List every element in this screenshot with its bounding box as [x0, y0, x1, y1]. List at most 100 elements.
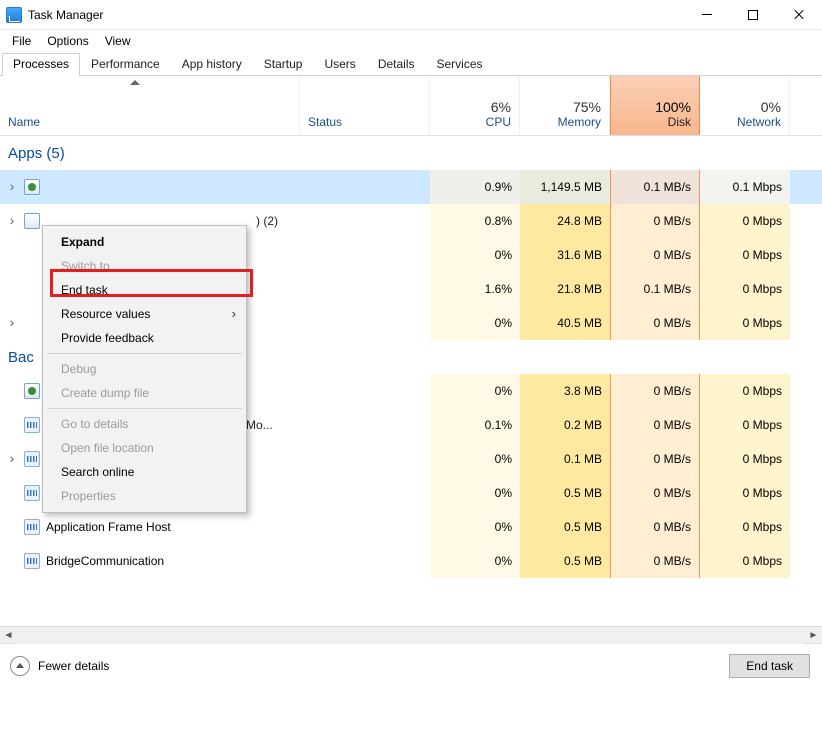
memory-value: 0.1 MB — [564, 452, 602, 466]
table-row[interactable]: Application Frame Host 0% 0.5 MB 0 MB/s … — [0, 510, 822, 544]
network-value: 0 Mbps — [743, 384, 782, 398]
tab-startup[interactable]: Startup — [253, 53, 314, 76]
service-icon — [24, 485, 40, 501]
cpu-value: 0% — [495, 486, 512, 500]
column-headers: Name Status 6% CPU 75% Memory 100% Disk … — [0, 76, 822, 136]
app-icon — [24, 179, 40, 195]
app-icon — [24, 213, 40, 229]
scroll-left-icon[interactable]: ◄ — [0, 627, 17, 644]
col-network-label: Network — [737, 115, 781, 129]
disk-value: 0 MB/s — [654, 520, 691, 534]
process-name-suffix: Mo... — [246, 418, 273, 432]
ctx-expand[interactable]: Expand — [45, 230, 244, 254]
sort-chevron-up-icon — [130, 80, 142, 88]
memory-value: 40.5 MB — [557, 316, 602, 330]
disk-value: 0 MB/s — [654, 452, 691, 466]
ctx-end-task[interactable]: End task — [45, 278, 244, 302]
ctx-search-online[interactable]: Search online — [45, 460, 244, 484]
col-memory-label: Memory — [558, 115, 601, 129]
disk-value: 0.1 MB/s — [644, 282, 691, 296]
menu-view[interactable]: View — [97, 32, 139, 50]
memory-value: 1,149.5 MB — [541, 180, 602, 194]
network-value: 0.1 Mbps — [733, 180, 782, 194]
network-value: 0 Mbps — [743, 452, 782, 466]
col-status[interactable]: Status — [300, 76, 430, 135]
cpu-value: 0.9% — [485, 180, 512, 194]
ctx-switch-to: Switch to — [45, 254, 244, 278]
scrollbar-track[interactable] — [17, 627, 805, 644]
group-apps[interactable]: Apps (5) — [0, 136, 822, 170]
menu-options[interactable]: Options — [39, 32, 96, 50]
context-menu: Expand Switch to End task Resource value… — [42, 225, 247, 513]
chevron-right-icon[interactable] — [6, 452, 18, 464]
disk-value: 0 MB/s — [654, 554, 691, 568]
titlebar: Task Manager — [0, 0, 822, 30]
network-value: 0 Mbps — [743, 418, 782, 432]
memory-value: 21.8 MB — [557, 282, 602, 296]
col-cpu[interactable]: 6% CPU — [430, 76, 520, 135]
menubar: File Options View — [0, 30, 822, 52]
tab-processes[interactable]: Processes — [2, 53, 80, 76]
footer: Fewer details End task — [0, 643, 822, 687]
memory-value: 0.5 MB — [564, 554, 602, 568]
network-value: 0 Mbps — [743, 520, 782, 534]
service-icon — [24, 451, 40, 467]
service-icon — [24, 519, 40, 535]
disk-value: 0 MB/s — [654, 214, 691, 228]
close-button[interactable] — [776, 0, 822, 30]
chevron-right-icon[interactable] — [6, 316, 18, 328]
memory-value: 3.8 MB — [564, 384, 602, 398]
cpu-value: 0% — [495, 554, 512, 568]
col-memory[interactable]: 75% Memory — [520, 76, 610, 135]
memory-value: 0.2 MB — [564, 418, 602, 432]
table-row[interactable]: 0.9% 1,149.5 MB 0.1 MB/s 0.1 Mbps — [0, 170, 822, 204]
ctx-resource-values[interactable]: Resource values — [45, 302, 244, 326]
disk-value: 0 MB/s — [654, 384, 691, 398]
network-value: 0 Mbps — [743, 214, 782, 228]
minimize-button[interactable] — [684, 0, 730, 30]
disk-value: 0.1 MB/s — [644, 180, 691, 194]
cpu-value: 0.8% — [485, 214, 512, 228]
cpu-value: 0% — [495, 384, 512, 398]
disk-value: 0 MB/s — [654, 316, 691, 330]
memory-value: 24.8 MB — [557, 214, 602, 228]
chevron-right-icon[interactable] — [6, 180, 18, 192]
col-disk[interactable]: 100% Disk — [610, 76, 700, 135]
chevron-right-icon[interactable] — [6, 214, 18, 226]
scroll-right-icon[interactable]: ► — [805, 627, 822, 644]
network-value: 0 Mbps — [743, 282, 782, 296]
app-icon — [24, 383, 40, 399]
cpu-value: 0% — [495, 316, 512, 330]
tab-performance[interactable]: Performance — [80, 53, 171, 76]
table-row[interactable]: BridgeCommunication 0% 0.5 MB 0 MB/s 0 M… — [0, 544, 822, 578]
end-task-button[interactable]: End task — [729, 654, 810, 678]
tab-users[interactable]: Users — [313, 53, 366, 76]
window-controls — [684, 0, 822, 30]
chevron-up-circle-icon — [10, 656, 30, 676]
network-value: 0 Mbps — [743, 316, 782, 330]
process-name: Application Frame Host — [46, 520, 171, 534]
tab-services[interactable]: Services — [426, 53, 494, 76]
memory-value: 31.6 MB — [557, 248, 602, 262]
col-network-pct: 0% — [761, 99, 781, 115]
cpu-value: 1.6% — [485, 282, 512, 296]
tab-details[interactable]: Details — [367, 53, 426, 76]
col-network[interactable]: 0% Network — [700, 76, 790, 135]
col-disk-pct: 100% — [655, 99, 691, 115]
ctx-separator — [47, 408, 242, 409]
tab-app-history[interactable]: App history — [171, 53, 253, 76]
task-manager-icon — [6, 7, 22, 23]
fewer-details-toggle[interactable]: Fewer details — [10, 656, 109, 676]
col-cpu-pct: 6% — [491, 99, 511, 115]
col-name[interactable]: Name — [0, 76, 300, 135]
network-value: 0 Mbps — [743, 486, 782, 500]
horizontal-scrollbar[interactable]: ◄ ► — [0, 626, 822, 643]
cpu-value: 0.1% — [485, 418, 512, 432]
col-name-label: Name — [8, 115, 291, 129]
ctx-create-dump: Create dump file — [45, 381, 244, 405]
process-name: BridgeCommunication — [46, 554, 164, 568]
menu-file[interactable]: File — [4, 32, 39, 50]
disk-value: 0 MB/s — [654, 418, 691, 432]
ctx-provide-feedback[interactable]: Provide feedback — [45, 326, 244, 350]
maximize-button[interactable] — [730, 0, 776, 30]
